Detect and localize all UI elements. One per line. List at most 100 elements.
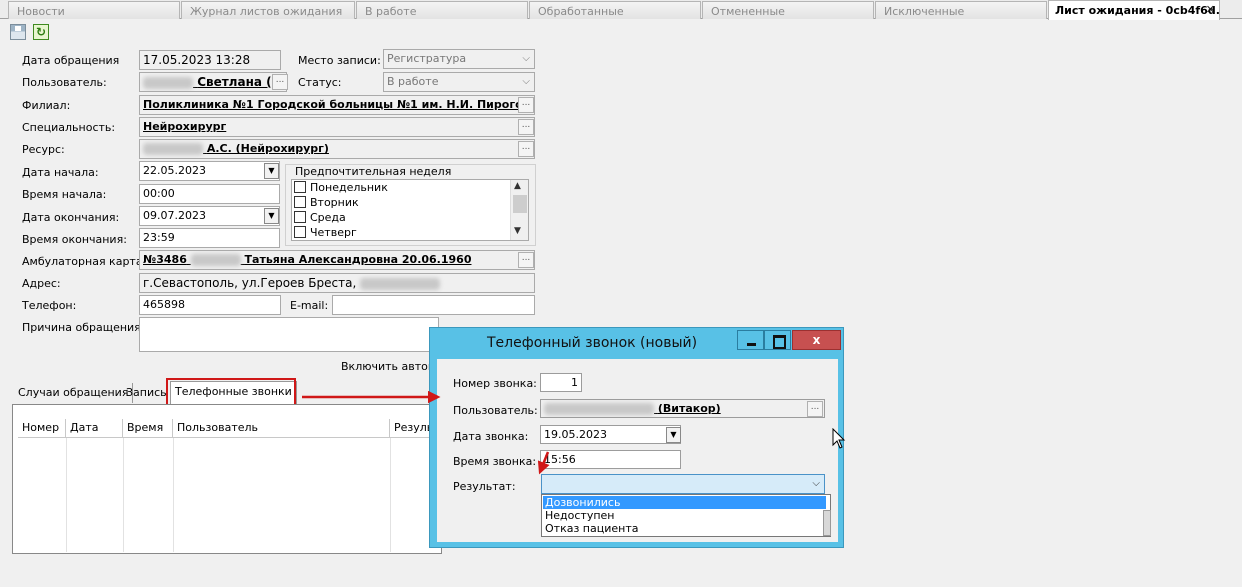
save-icon[interactable]	[10, 24, 26, 40]
user-picker-button[interactable]: ...	[272, 74, 288, 90]
address-value: г.Севастополь, ул.Героев Бреста,	[143, 276, 357, 290]
branch-picker-button[interactable]: ...	[518, 97, 534, 113]
calendar-dropdown-icon[interactable]: ▼	[264, 163, 279, 179]
mouse-cursor-icon	[832, 428, 846, 449]
booking-place-select[interactable]: Регистратура ⌵	[383, 49, 535, 69]
call-result-label: Результат:	[453, 480, 516, 493]
resource-field[interactable]: А.С. (Нейрохирург)	[139, 139, 535, 159]
checkbox[interactable]	[294, 181, 306, 193]
tab-cancelled[interactable]: Отмененные	[702, 1, 874, 19]
dropdown-scrollbar[interactable]	[823, 510, 831, 536]
week-scrollbar[interactable]: ▲ ▼	[510, 180, 528, 240]
redacted-text	[143, 143, 203, 155]
day-checkbox-thursday[interactable]: Четверг	[294, 226, 357, 241]
result-option-reached[interactable]: Дозвонились	[543, 496, 826, 509]
tab-processed[interactable]: Обработанные	[529, 1, 701, 19]
tab-label: Журнал листов ожидания	[190, 5, 343, 18]
card-patient: Татьяна Александровна 20.06.1960	[244, 253, 472, 266]
end-date-field[interactable]: 09.07.2023	[139, 206, 280, 226]
user-field[interactable]: Светлана (В	[139, 72, 287, 92]
tab-label: Исключенные	[884, 5, 965, 18]
tab-waiting-journal[interactable]: Журнал листов ожидания	[181, 1, 355, 19]
tab-cases[interactable]: Случаи обращения	[14, 383, 134, 403]
day-checkbox-tuesday[interactable]: Вторник	[294, 196, 359, 211]
maximize-button[interactable]	[764, 330, 791, 350]
checkbox[interactable]	[294, 226, 306, 238]
reason-textarea[interactable]	[139, 317, 439, 352]
branch-label: Филиал:	[22, 99, 71, 112]
tab-booking[interactable]: Запись	[122, 383, 172, 403]
end-time-field[interactable]: 23:59	[139, 228, 280, 248]
tab-label: Новости	[17, 5, 65, 18]
tab-label: В работе	[365, 5, 417, 18]
status-value: В работе	[387, 75, 439, 88]
tab-in-progress[interactable]: В работе	[356, 1, 528, 19]
scroll-up-icon[interactable]: ▲	[514, 181, 521, 191]
call-result-dropdown-list: Дозвонились Недоступен Отказ пациента	[541, 494, 831, 537]
column-header[interactable]: Дата	[66, 419, 123, 438]
email-label: E-mail:	[290, 299, 329, 312]
preferred-week-list[interactable]: Понедельник Вторник Среда Четверг	[291, 179, 529, 241]
call-number-field[interactable]: 1	[540, 373, 582, 392]
day-checkbox-wednesday[interactable]: Среда	[294, 211, 346, 226]
outpatient-card-field[interactable]: №3486 Татьяна Александровна 20.06.1960	[139, 250, 535, 270]
redacted-text	[544, 403, 654, 415]
tab-label: Отмененные	[711, 5, 785, 18]
address-label: Адрес:	[22, 277, 61, 290]
call-time-field[interactable]: 15:56	[540, 450, 681, 469]
user-value: Светлана (В	[197, 75, 281, 89]
resource-picker-button[interactable]: ...	[518, 141, 534, 157]
phone-field[interactable]: 465898	[139, 295, 281, 315]
minimize-button[interactable]	[737, 330, 764, 350]
column-header[interactable]: Пользователь	[173, 419, 390, 438]
redacted-text	[143, 76, 193, 89]
card-picker-button[interactable]: ...	[518, 252, 534, 268]
resource-value: А.С. (Нейрохирург)	[206, 142, 329, 155]
tab-excluded[interactable]: Исключенные	[875, 1, 1047, 19]
day-checkbox-monday[interactable]: Понедельник	[294, 181, 388, 196]
checkbox[interactable]	[294, 211, 306, 223]
branch-field[interactable]: Поликлиника №1 Городской больницы №1 им.…	[139, 95, 535, 115]
chevron-down-icon: ⌵	[522, 53, 530, 64]
calendar-dropdown-icon[interactable]: ▼	[666, 427, 681, 443]
call-user-field[interactable]: (Витакор)	[540, 399, 825, 418]
scroll-down-icon[interactable]: ▼	[514, 226, 521, 236]
specialty-field[interactable]: Нейрохирург	[139, 117, 535, 137]
end-date-label: Дата окончания:	[22, 211, 120, 224]
call-user-picker-button[interactable]: ...	[807, 401, 823, 417]
end-time-label: Время окончания:	[22, 233, 127, 246]
start-date-field[interactable]: 22.05.2023	[139, 161, 280, 181]
refresh-icon[interactable]: ↻	[33, 24, 49, 40]
call-result-select[interactable]: ⌵	[541, 474, 825, 494]
scroll-thumb[interactable]	[513, 195, 527, 213]
booking-place-label: Место записи:	[298, 54, 381, 67]
phone-call-dialog: Телефонный звонок (новый) x Номер звонка…	[429, 327, 844, 548]
start-time-field[interactable]: 00:00	[139, 184, 280, 204]
email-field[interactable]	[332, 295, 535, 315]
specialty-picker-button[interactable]: ...	[518, 119, 534, 135]
close-button[interactable]: x	[792, 330, 841, 350]
start-date-label: Дата начала:	[22, 166, 99, 179]
result-option-patient-refusal[interactable]: Отказ пациента	[543, 522, 826, 535]
column-header[interactable]: Номер	[18, 419, 66, 438]
checkbox[interactable]	[294, 196, 306, 208]
reason-label: Причина обращения:	[22, 321, 145, 334]
tab-label: Обработанные	[538, 5, 624, 18]
call-user-value: (Витакор)	[657, 402, 721, 415]
call-date-label: Дата звонка:	[453, 430, 529, 443]
request-date-field[interactable]: 17.05.2023 13:28	[139, 50, 281, 70]
column-header[interactable]: Время	[123, 419, 173, 438]
address-field[interactable]: г.Севастополь, ул.Героев Бреста,	[139, 273, 535, 293]
result-option-unavailable[interactable]: Недоступен	[543, 509, 826, 522]
redacted-text	[360, 277, 441, 290]
calendar-dropdown-icon[interactable]: ▼	[264, 208, 279, 224]
grid-column-divider	[66, 438, 67, 552]
tab-waiting-sheet[interactable]: Лист ожидания - 0cb4f6d... ✕	[1048, 0, 1220, 20]
call-date-field[interactable]: 19.05.2023	[540, 425, 681, 444]
phone-label: Телефон:	[22, 299, 77, 312]
day-label: Среда	[310, 211, 346, 224]
status-select[interactable]: В работе ⌵	[383, 72, 535, 92]
chevron-down-icon: ⌵	[812, 478, 820, 489]
close-icon[interactable]: ✕	[1206, 3, 1215, 16]
tab-news[interactable]: Новости	[8, 1, 180, 19]
